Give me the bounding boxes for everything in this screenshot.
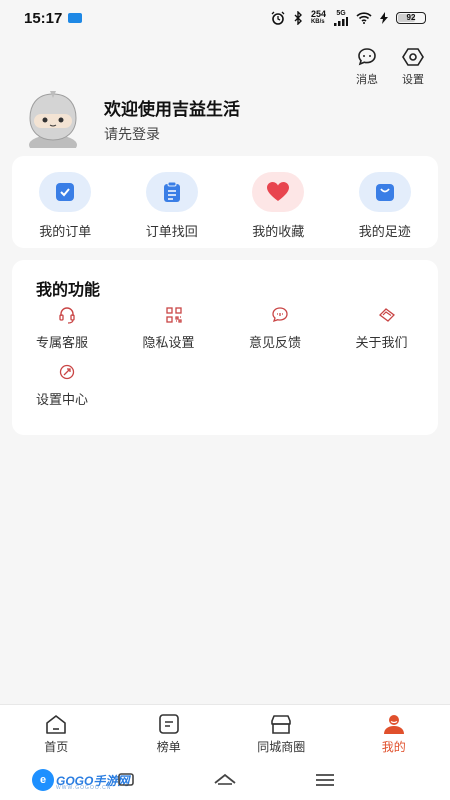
my-orders-button[interactable]: 我的订单 [12,156,119,248]
watermark: e GOGO手游网 WWW.GOGOO.CN [32,769,129,791]
nav-label: 榜单 [156,739,181,754]
order-recovery-button[interactable]: 订单找回 [119,156,226,248]
functions-card: 我的功能 专属客服 隐私设置 意见反馈 关于我们 设置中心 [12,260,438,435]
net-speed-value: 254 [310,9,326,19]
status-time: 15:17 [24,9,63,27]
orders-card: 我的订单 订单找回 我的收藏 我的足迹 [12,156,438,248]
home-icon [46,714,67,734]
shopping-bag-icon [375,184,394,201]
my-footprints-button[interactable]: 我的足迹 [332,156,439,248]
profile-title: 欢迎使用吉益生活 [104,99,240,119]
nav-mine[interactable]: 我的 [338,705,450,762]
alarm-icon [271,11,285,25]
wifi-icon [356,12,372,24]
battery-icon: 92 [396,12,426,24]
user-icon [383,714,404,734]
login-prompt[interactable]: 请先登录 [104,124,240,144]
check-clipboard-icon [56,183,75,201]
network-type: 5G [336,10,346,17]
customer-service-button[interactable]: 专属客服 [12,306,119,351]
nav-rankings[interactable]: 榜单 [113,705,226,762]
watermark-logo-icon: e [32,769,54,791]
order-label: 我的收藏 [252,224,305,239]
my-favorites-button[interactable]: 我的收藏 [225,156,332,248]
app-notification-icon [68,13,83,23]
messages-label: 消息 [356,74,378,86]
function-label: 意见反馈 [249,335,302,350]
messages-button[interactable]: 消息 [356,46,378,87]
settings-center-button[interactable]: 设置中心 [12,363,119,408]
list-icon [158,713,179,734]
avatar [29,91,77,148]
order-icon-bg [39,172,92,212]
system-navigation-bar: e GOGO手游网 WWW.GOGOO.CN [0,762,450,800]
battery-level: 92 [406,13,416,22]
recents-button[interactable] [116,771,136,789]
function-label: 关于我们 [355,335,408,350]
nav-label: 同城商圈 [257,739,306,754]
order-label: 我的足迹 [358,224,411,239]
functions-grid: 专属客服 隐私设置 意见反馈 关于我们 设置中心 [12,306,438,408]
nav-home[interactable]: 首页 [0,705,113,762]
signal-indicator: 5G [334,10,348,26]
watermark-url: WWW.GOGOO.CN [56,785,112,791]
nav-local-business[interactable]: 同城商圈 [225,705,338,762]
order-label: 我的订单 [39,224,92,239]
settings-hex-icon [402,48,424,66]
list-clipboard-icon [163,181,180,202]
nav-label: 首页 [44,739,69,754]
function-label: 设置中心 [36,392,89,407]
top-actions: 消息 设置 [356,46,424,87]
settings-icon [59,364,75,380]
qr-code-icon [165,307,182,323]
home-system-button[interactable] [213,771,237,789]
bottom-navigation: 首页 榜单 同城商圈 我的 [0,704,450,762]
order-icon-bg [252,172,305,212]
charging-icon [380,12,388,24]
function-label: 专属客服 [36,335,89,350]
status-icons: 254 KB/s 5G 92 [271,10,426,26]
feedback-icon [272,307,288,323]
net-speed: 254 KB/s [311,10,326,26]
order-label: 订单找回 [145,224,198,239]
settings-label: 设置 [402,74,424,86]
bluetooth-icon [294,11,302,25]
menu-system-button[interactable] [314,771,336,789]
headset-icon [59,307,75,324]
net-speed-unit: KB/s [310,19,325,25]
signal-icon [334,17,348,26]
feedback-button[interactable]: 意见反馈 [225,306,332,351]
info-card-icon [378,308,395,322]
order-icon-bg [358,172,411,212]
message-icon [358,48,376,66]
nav-label: 我的 [381,739,406,754]
profile-login-area[interactable]: 欢迎使用吉益生活 请先登录 [20,90,240,148]
store-icon [271,714,292,734]
order-icon-bg [145,172,198,212]
about-us-button[interactable]: 关于我们 [332,306,439,351]
settings-button[interactable]: 设置 [402,46,424,87]
function-label: 隐私设置 [142,335,195,350]
heart-icon [267,182,290,201]
status-bar: 15:17 254 KB/s 5G 92 [0,0,450,36]
privacy-settings-button[interactable]: 隐私设置 [119,306,226,351]
functions-title: 我的功能 [36,282,101,299]
